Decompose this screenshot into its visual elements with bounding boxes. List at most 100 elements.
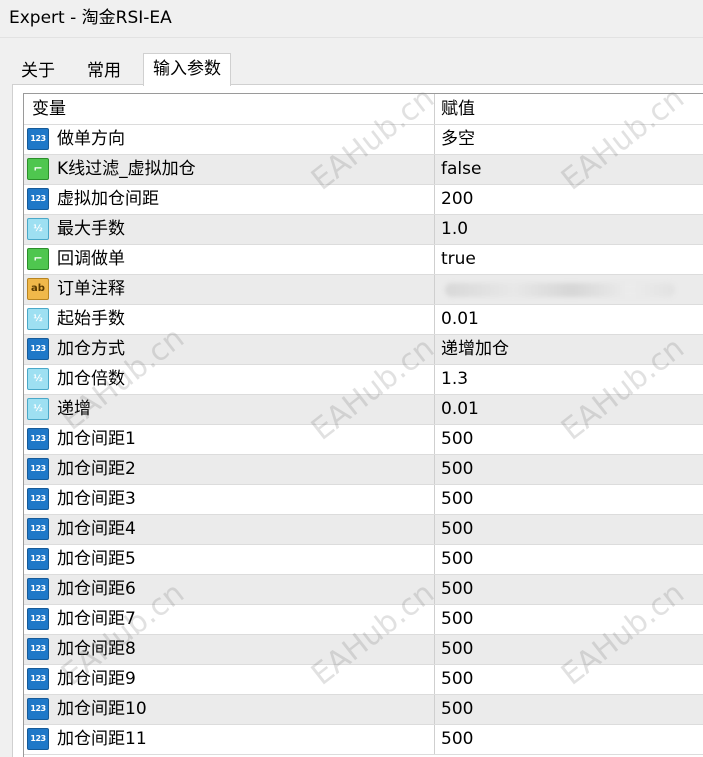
double-icon: ½ [27,398,49,420]
int-icon: 123 [27,638,49,660]
parameter-name-cell[interactable]: 123 虚拟加仓间距 [24,185,435,214]
parameter-value: 500 [441,459,474,479]
parameter-value-cell[interactable]: 500 [435,545,703,574]
table-row[interactable]: 123 做单方向 多空 [24,125,703,155]
parameter-value-cell[interactable]: 递增加仓 [435,335,703,364]
parameter-name-cell[interactable]: ½ 起始手数 [24,305,435,334]
parameter-value-cell[interactable]: 1.0 [435,215,703,244]
parameter-name-cell[interactable]: ⌐ 回调做单 [24,245,435,274]
parameter-name-cell[interactable]: 123 加仓间距6 [24,575,435,604]
column-header-value-cell[interactable]: 赋值 [435,94,703,124]
parameter-value: 0.01 [441,399,479,419]
table-row[interactable]: 123 加仓间距8 500 [24,635,703,665]
parameter-name: 加仓间距6 [57,579,136,599]
int-icon: 123 [27,728,49,750]
parameter-value-cell[interactable] [435,275,703,304]
parameter-value: 500 [441,639,474,659]
parameter-value-cell[interactable]: 200 [435,185,703,214]
table-row[interactable]: ½ 最大手数 1.0 [24,215,703,245]
parameter-value-cell[interactable]: 500 [435,455,703,484]
parameter-name: 加仓间距9 [57,669,136,689]
parameter-name-cell[interactable]: 123 加仓间距8 [24,635,435,664]
parameter-value-cell[interactable]: 500 [435,635,703,664]
parameter-name: 加仓间距4 [57,519,136,539]
parameter-value-cell[interactable]: 500 [435,485,703,514]
parameter-name-cell[interactable]: ½ 加仓倍数 [24,365,435,394]
parameter-value: 多空 [441,129,475,149]
table-row[interactable]: 123 加仓间距1 500 [24,425,703,455]
table-row[interactable]: 123 加仓间距9 500 [24,665,703,695]
parameter-value-cell[interactable]: 500 [435,695,703,724]
table-row[interactable]: ½ 递增 0.01 [24,395,703,425]
int-icon: 123 [27,188,49,210]
parameter-value-cell[interactable]: 500 [435,725,703,754]
parameter-value-cell[interactable]: false [435,155,703,184]
parameter-value-cell[interactable]: 0.01 [435,305,703,334]
int-icon: 123 [27,338,49,360]
int-icon: 123 [27,698,49,720]
parameter-name-cell[interactable]: ⌐ K线过滤_虚拟加仓 [24,155,435,184]
parameter-value: 500 [441,579,474,599]
table-row[interactable]: 123 加仓间距5 500 [24,545,703,575]
int-icon: 123 [27,428,49,450]
table-header: 变量 赋值 [24,94,703,125]
parameter-name-cell[interactable]: 123 加仓间距9 [24,665,435,694]
parameter-name-cell[interactable]: 123 加仓间距3 [24,485,435,514]
table-row[interactable]: 123 加仓方式 递增加仓 [24,335,703,365]
column-header-name-cell[interactable]: 变量 [24,94,435,124]
parameter-value-cell[interactable]: 500 [435,425,703,454]
table-row[interactable]: 123 加仓间距4 500 [24,515,703,545]
int-icon: 123 [27,608,49,630]
parameter-name-cell[interactable]: ½ 递增 [24,395,435,424]
double-icon: ½ [27,368,49,390]
parameter-name-cell[interactable]: 123 加仓间距2 [24,455,435,484]
parameter-name-cell[interactable]: 123 加仓间距1 [24,425,435,454]
parameter-value-cell[interactable]: 500 [435,605,703,634]
parameter-name-cell[interactable]: 123 加仓间距5 [24,545,435,574]
parameter-value-cell[interactable]: true [435,245,703,274]
table-row[interactable]: 123 加仓间距2 500 [24,455,703,485]
parameter-value: 500 [441,519,474,539]
parameter-value-cell[interactable]: 500 [435,575,703,604]
parameter-name-cell[interactable]: ab 订单注释 [24,275,435,304]
parameter-name: 最大手数 [57,219,125,239]
parameter-value-cell[interactable]: 1.3 [435,365,703,394]
string-icon: ab [27,278,49,300]
table-row[interactable]: 123 加仓间距10 500 [24,695,703,725]
parameter-name-cell[interactable]: 123 加仓间距4 [24,515,435,544]
parameter-name: 加仓方式 [57,339,125,359]
column-header-name: 变量 [32,99,66,119]
table-row[interactable]: 123 加仓间距11 500 [24,725,703,755]
parameter-name-cell[interactable]: ½ 最大手数 [24,215,435,244]
parameter-name-cell[interactable]: 123 加仓方式 [24,335,435,364]
table-row[interactable]: ½ 起始手数 0.01 [24,305,703,335]
parameter-name-cell[interactable]: 123 加仓间距10 [24,695,435,724]
table-row[interactable]: 123 加仓间距6 500 [24,575,703,605]
parameter-value-cell[interactable]: 500 [435,515,703,544]
table-row[interactable]: 123 加仓间距3 500 [24,485,703,515]
table-row[interactable]: ½ 加仓倍数 1.3 [24,365,703,395]
table-row[interactable]: ab 订单注释 [24,275,703,305]
table-row[interactable]: ⌐ 回调做单 true [24,245,703,275]
parameter-name: 加仓间距11 [57,729,147,749]
parameter-name-cell[interactable]: 123 加仓间距11 [24,725,435,754]
table-row[interactable]: ⌐ K线过滤_虚拟加仓 false [24,155,703,185]
parameter-name: K线过滤_虚拟加仓 [57,159,196,179]
table-row[interactable]: 123 虚拟加仓间距 200 [24,185,703,215]
double-icon: ½ [27,218,49,240]
parameter-value: false [441,159,482,179]
parameter-value-cell[interactable]: 0.01 [435,395,703,424]
parameter-value-cell[interactable]: 多空 [435,125,703,154]
parameter-name-cell[interactable]: 123 加仓间距7 [24,605,435,634]
tab-common[interactable]: 常用 [74,57,134,85]
parameter-name: 订单注释 [57,279,125,299]
parameters-table: 变量 赋值 123 做单方向 多空 ⌐ K线过滤_虚拟加仓 false 123 虚拟加仓间距 2… [23,93,703,757]
parameter-name: 加仓间距5 [57,549,136,569]
parameter-name-cell[interactable]: 123 做单方向 [24,125,435,154]
tab-inputs[interactable]: 输入参数 [143,53,231,86]
parameter-name: 递增 [57,399,91,419]
table-row[interactable]: 123 加仓间距7 500 [24,605,703,635]
tab-about[interactable]: 关于 [12,57,64,85]
parameter-value-cell[interactable]: 500 [435,665,703,694]
int-icon: 123 [27,458,49,480]
